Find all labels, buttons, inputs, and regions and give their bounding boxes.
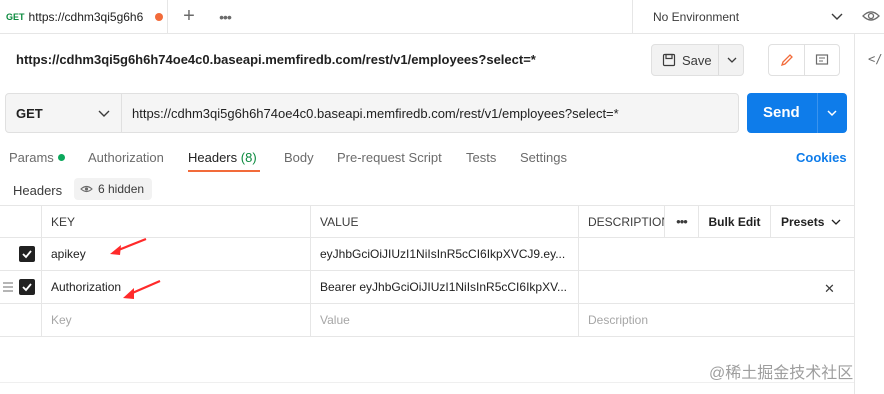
tab-title: https://cdhm3qi5g6h6 [28, 10, 144, 24]
save-divider [718, 45, 719, 75]
params-active-dot-icon [57, 154, 65, 161]
tab-authorization[interactable]: Authorization [88, 150, 164, 165]
table-row-new: Key Value Description [0, 304, 854, 337]
header-key-field[interactable]: apikey [41, 238, 310, 270]
request-tab[interactable]: GET https://cdhm3qi5g6h6 [0, 0, 168, 34]
checkmark-icon [22, 283, 32, 292]
send-divider [817, 93, 818, 133]
annotation-arrow-icon [123, 279, 161, 299]
active-tab-underline [188, 170, 260, 172]
cookies-link[interactable]: Cookies [796, 150, 847, 165]
headers-section-title: Headers [13, 183, 63, 198]
checkmark-icon [22, 250, 32, 259]
row-enabled-checkbox[interactable] [19, 279, 35, 295]
environment-select[interactable]: No Environment [632, 0, 854, 34]
tab-body[interactable]: Body [284, 150, 314, 165]
more-tabs-button[interactable]: ••• [214, 6, 236, 28]
column-key: KEY [41, 206, 310, 237]
bulk-edit-button[interactable]: Bulk Edit [698, 206, 770, 237]
request-title[interactable]: https://cdhm3qi5g6h6h74oe4c0.baseapi.mem… [16, 52, 536, 67]
comment-icon [815, 54, 829, 65]
chevron-down-icon[interactable] [725, 53, 739, 67]
table-header-row: KEY VALUE DESCRIPTION ••• Bulk Edit Pres… [0, 205, 854, 238]
tab-settings[interactable]: Settings [520, 150, 567, 165]
delete-row-icon[interactable]: ✕ [824, 281, 835, 297]
add-tab-button[interactable]: + [178, 6, 200, 28]
pencil-icon [780, 54, 793, 67]
tab-headers-label: Headers [188, 150, 238, 165]
column-options-button[interactable]: ••• [664, 206, 698, 237]
header-value-field[interactable]: eyJhbGciOiJIUzI1NiIsInR5cCI6IkpXVCJ9.ey.… [310, 238, 578, 270]
headers-table: KEY VALUE DESCRIPTION ••• Bulk Edit Pres… [0, 205, 854, 337]
chevron-down-icon [831, 219, 841, 225]
request-subtabs: Params Authorization Headers (8) Body Pr… [0, 148, 854, 174]
tab-bar: GET https://cdhm3qi5g6h6 + ••• No Enviro… [0, 0, 884, 34]
column-value: VALUE [310, 206, 578, 237]
new-key-field[interactable]: Key [41, 304, 310, 336]
unsaved-dot-icon [154, 13, 163, 21]
tab-headers[interactable]: Headers (8) [188, 150, 257, 165]
chevron-down-icon [98, 110, 110, 117]
tab-params[interactable]: Params [9, 150, 65, 165]
tab-params-label: Params [9, 150, 54, 165]
chevron-down-icon [831, 13, 843, 20]
tab-headers-count: (8) [240, 150, 257, 165]
eye-icon[interactable] [862, 8, 880, 24]
row-enabled-checkbox[interactable] [19, 246, 35, 262]
header-description-field[interactable] [578, 271, 854, 303]
tab-pre-request-script[interactable]: Pre-request Script [337, 150, 442, 165]
header-value-field[interactable]: Bearer eyJhbGciOiJIUzI1NiIsInR5cCI6IkpXV… [310, 271, 578, 303]
save-icon [662, 53, 676, 67]
edit-mode-toggle [768, 44, 840, 76]
annotation-arrow-icon [110, 237, 147, 255]
method-label: GET [16, 105, 43, 121]
hidden-headers-toggle[interactable]: 6 hidden [74, 178, 153, 200]
send-label: Send [763, 104, 800, 121]
hidden-headers-label: 6 hidden [98, 182, 145, 196]
code-icon[interactable]: </ [868, 52, 882, 66]
new-value-field[interactable]: Value [310, 304, 578, 336]
drag-handle-icon[interactable] [2, 282, 14, 292]
watermark: @稀土掘金技术社区 [709, 365, 854, 382]
documentation-button[interactable] [805, 45, 839, 75]
chevron-down-icon[interactable] [825, 106, 839, 120]
header-key-field[interactable]: Authorization [41, 271, 310, 303]
environment-label: No Environment [653, 10, 740, 24]
new-description-field[interactable]: Description [578, 304, 854, 336]
method-select[interactable]: GET [6, 94, 122, 132]
right-panel-divider [854, 34, 855, 394]
save-label: Save [682, 52, 712, 68]
request-bar: GET https://cdhm3qi5g6h6h74oe4c0.baseapi… [5, 93, 739, 133]
send-button[interactable]: Send [747, 93, 847, 133]
save-button[interactable]: Save [651, 44, 744, 76]
tab-tests[interactable]: Tests [466, 150, 496, 165]
eye-icon [80, 185, 93, 193]
edit-button[interactable] [769, 45, 805, 75]
header-description-field[interactable] [578, 238, 854, 270]
url-input[interactable]: https://cdhm3qi5g6h6h74oe4c0.baseapi.mem… [132, 106, 619, 121]
column-description: DESCRIPTION [578, 206, 664, 237]
presets-label: Presets [781, 214, 825, 229]
tab-method: GET [6, 12, 25, 22]
presets-dropdown[interactable]: Presets [770, 206, 854, 237]
